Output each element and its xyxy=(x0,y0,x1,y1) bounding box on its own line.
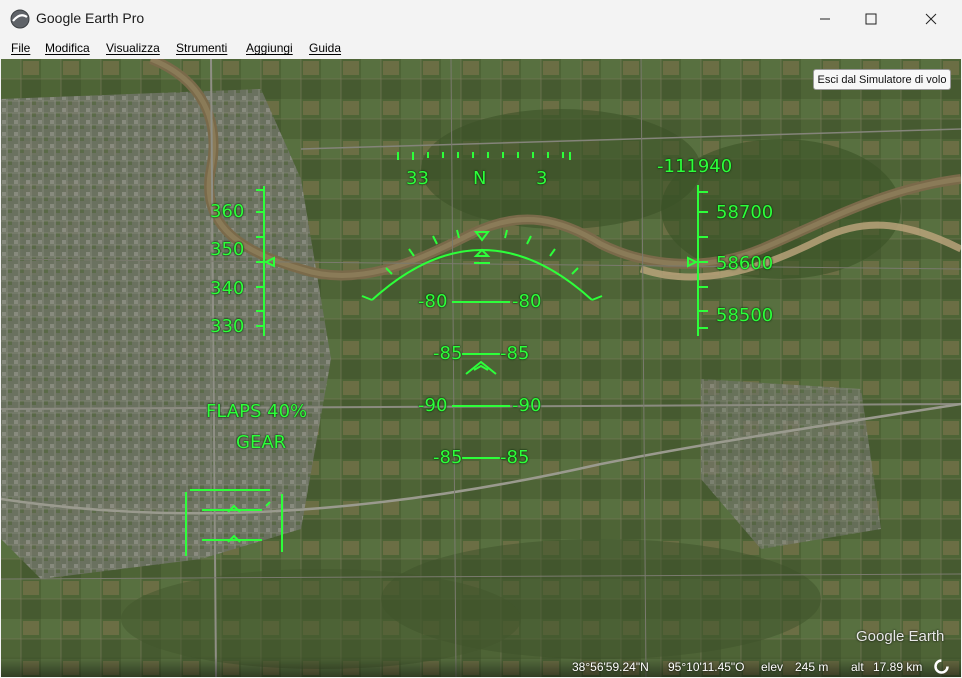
google-earth-logo: Google Earth xyxy=(856,628,945,645)
minimize-icon xyxy=(820,18,830,20)
flaps-indicator: FLAPS 40% xyxy=(206,401,308,422)
maximize-button[interactable] xyxy=(848,0,894,38)
altitude-label: 58600 xyxy=(716,253,774,274)
pitch-label-left: -90 xyxy=(418,395,448,416)
menu-guida[interactable]: Guida xyxy=(309,41,341,55)
menu-aggiungi[interactable]: Aggiungi xyxy=(246,41,293,55)
elevation-readout: 245 m xyxy=(795,660,829,674)
menu-modifica[interactable]: Modifica xyxy=(45,41,90,55)
close-icon xyxy=(925,13,937,25)
pitch-label-right: -90 xyxy=(512,395,542,416)
pitch-label-right: -85 xyxy=(500,447,530,468)
google-earth-app-icon xyxy=(10,9,30,29)
menu-visualizza[interactable]: Visualizza xyxy=(106,41,160,55)
vertical-speed-readout: -111940 xyxy=(657,156,733,177)
gear-indicator: GEAR xyxy=(236,432,287,453)
close-button[interactable] xyxy=(908,0,954,38)
heading-label-right: 3 xyxy=(536,168,548,189)
earth-3d-view[interactable] xyxy=(1,59,961,677)
latitude-readout: 38°56'59.24"N xyxy=(572,660,649,674)
pitch-label-left: -85 xyxy=(433,343,463,364)
pitch-label-right: -85 xyxy=(500,343,530,364)
pitch-label-right: -80 xyxy=(512,291,542,312)
altitude-eye-readout: 17.89 km xyxy=(873,660,923,674)
speed-label: 340 xyxy=(210,278,245,299)
altitude-label: 58700 xyxy=(716,202,774,223)
window-title: Google Earth Pro xyxy=(36,10,145,26)
heading-label-left: 33 xyxy=(406,168,429,189)
speed-label: 350 xyxy=(210,239,245,260)
pitch-label-left: -80 xyxy=(418,291,448,312)
loading-spinner-icon xyxy=(934,659,949,674)
minimize-button[interactable] xyxy=(802,0,848,38)
status-bar: 38°56'59.24"N 95°10'11.45"O elev 245 m a… xyxy=(1,656,961,677)
heading-label-center: N xyxy=(473,168,487,189)
maximize-icon xyxy=(865,13,877,25)
speed-label: 360 xyxy=(210,201,245,222)
menu-file[interactable]: File xyxy=(11,41,30,55)
exit-flight-simulator-button[interactable]: Esci dal Simulatore di volo xyxy=(813,69,951,90)
pitch-label-left: -85 xyxy=(433,447,463,468)
satellite-imagery xyxy=(1,59,961,677)
longitude-readout: 95°10'11.45"O xyxy=(668,660,745,674)
menu-bar: File Modifica Visualizza Strumenti Aggiu… xyxy=(0,38,962,59)
menu-strumenti[interactable]: Strumenti xyxy=(176,41,227,55)
altitude-eye-label: alt xyxy=(851,660,864,674)
elevation-label: elev xyxy=(761,660,784,674)
altitude-label: 58500 xyxy=(716,305,774,326)
title-bar: Google Earth Pro xyxy=(0,0,962,38)
speed-label: 330 xyxy=(210,316,245,337)
